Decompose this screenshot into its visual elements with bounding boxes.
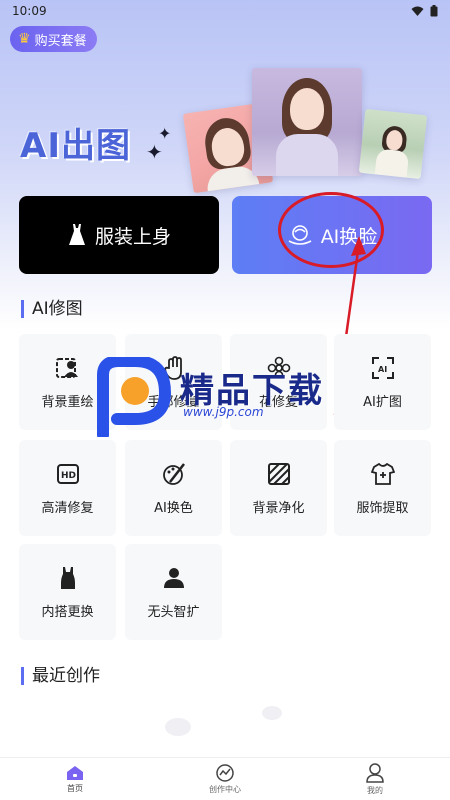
tool-hd-repair[interactable]: HD 高清修复 [19, 440, 116, 536]
ai-expand-icon: AI [370, 355, 396, 381]
clothes-try-on-label: 服装上身 [94, 225, 171, 248]
tool-label: AI扩图 [363, 394, 402, 410]
wifi-icon [411, 6, 424, 16]
tab-label: 创作中心 [209, 784, 241, 794]
svg-text:AI: AI [378, 365, 387, 374]
watermark-url: www.j9p.com [183, 405, 264, 419]
empty-state-cloud [262, 706, 282, 720]
sparkle-icon: ✦ [146, 140, 163, 164]
status-icons [411, 5, 438, 17]
tab-label: 首页 [67, 783, 83, 793]
tool-label: 服饰提取 [356, 500, 409, 516]
buy-package-label: 购买套餐 [34, 33, 87, 49]
tab-creation-center[interactable]: 创作中心 [185, 763, 265, 795]
inner-wear-icon [55, 565, 81, 591]
profile-icon [366, 762, 384, 783]
bottom-tab-bar: 首页 创作中心 我的 [0, 757, 450, 800]
headless-expand-icon [161, 565, 187, 591]
watermark: 精品下载 www.j9p.com [95, 355, 365, 437]
tab-home[interactable]: 首页 [35, 765, 115, 794]
home-icon [67, 765, 83, 780]
hero-photo-right [358, 108, 428, 180]
tool-ai-color-swap[interactable]: AI换色 [125, 440, 222, 536]
tool-label: 内搭更换 [41, 604, 94, 620]
status-time: 10:09 [12, 4, 47, 18]
status-bar: 10:09 [0, 0, 450, 22]
creation-center-icon [216, 763, 234, 782]
tool-label: 无头智扩 [147, 604, 200, 620]
garment-extract-icon [370, 461, 396, 487]
hd-icon: HD [55, 461, 81, 487]
tab-profile[interactable]: 我的 [335, 762, 415, 796]
buy-package-button[interactable]: ♛ 购买套餐 [10, 26, 97, 52]
background-redraw-icon [55, 355, 81, 381]
color-swap-icon [161, 461, 187, 487]
tool-label: 高清修复 [41, 500, 94, 516]
dress-icon [68, 224, 85, 245]
tool-label: 背景重绘 [41, 394, 94, 410]
tool-garment-extract[interactable]: 服饰提取 [334, 440, 431, 536]
tool-inner-wear[interactable]: 内搭更换 [19, 544, 116, 640]
background-clean-icon [266, 461, 292, 487]
svg-text:HD: HD [61, 471, 76, 481]
empty-state-cloud [165, 718, 191, 736]
crown-icon: ♛ [18, 31, 31, 47]
clothes-try-on-button[interactable]: 服装上身 [19, 196, 219, 274]
watermark-logo-icon [97, 357, 172, 437]
tool-background-clean[interactable]: 背景净化 [230, 440, 327, 536]
hero-photo-center [252, 68, 362, 176]
ai-edit-section-title: AI修图 [21, 300, 83, 318]
hero-title: AI出图 [20, 126, 131, 166]
recent-section-title: 最近创作 [21, 667, 100, 685]
tool-headless-expand[interactable]: 无头智扩 [125, 544, 222, 640]
tool-label: AI换色 [154, 500, 193, 516]
battery-icon [430, 5, 438, 17]
tab-label: 我的 [367, 785, 383, 795]
tool-label: 背景净化 [252, 500, 305, 516]
